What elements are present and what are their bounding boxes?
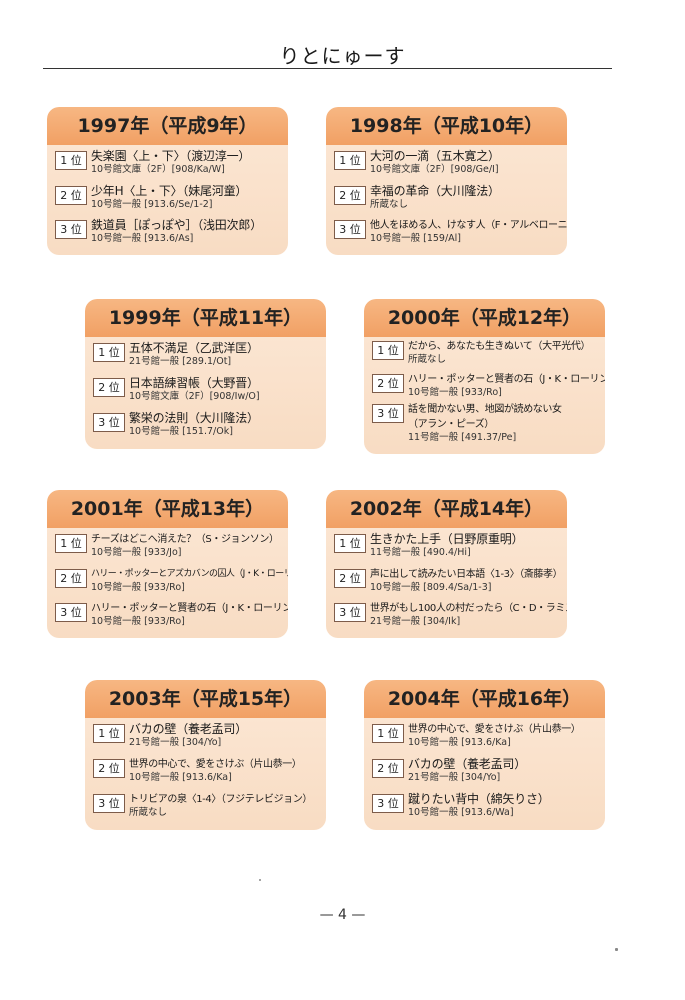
rank-badge: 1 位 (55, 534, 87, 553)
book-title: 幸福の革命（大川隆法） (370, 184, 500, 198)
scan-speck (259, 879, 261, 881)
call-number: 10号館文庫（2F）[908/Ka/W] (91, 164, 225, 175)
book-title-continued: （アラン・ピーズ） (408, 419, 494, 430)
card-year-heading: 1997年（平成9年） (47, 107, 288, 145)
ranking-card-2001: 2001年（平成13年） 1 位 チーズはどこへ消えた？（S・ジョンソン） 10… (47, 490, 288, 638)
call-number: 10号館一般 [809.4/Sa/1-3] (370, 582, 492, 593)
book-title: 日本語練習帳（大野晋） (129, 376, 259, 390)
rank-badge: 1 位 (93, 724, 125, 743)
card-year-heading: 2002年（平成14年） (326, 490, 567, 528)
call-number: 10号館一般 [913.6/Ka] (408, 737, 511, 748)
book-title: 繁栄の法則（大川隆法） (129, 411, 259, 425)
call-number: 10号館文庫（2F）[908/Ge/I] (370, 164, 499, 175)
call-number: 10号館一般 [933/Ro] (91, 616, 185, 627)
book-title: 五体不満足（乙武洋匡） (129, 341, 259, 355)
call-number: 10号館一般 [159/Al] (370, 233, 461, 244)
card-year-heading: 1999年（平成11年） (85, 299, 326, 337)
book-title: 話を聞かない男、地図が読めない女 (408, 404, 562, 415)
rank-badge: 1 位 (334, 534, 366, 553)
book-title: 生きかた上手（日野原重明） (370, 532, 524, 546)
rank-badge: 2 位 (55, 186, 87, 205)
page-title: りとにゅーす (279, 44, 406, 68)
call-number: 11号館一般 [491.37/Pe] (408, 432, 517, 443)
rank-badge: 3 位 (93, 413, 125, 432)
rank-badge: 2 位 (55, 569, 87, 588)
book-title: 大河の一滴（五木寛之） (370, 149, 500, 163)
header-divider (43, 68, 612, 69)
book-title: 鉄道員［ぽっぽや］（浅田次郎） (91, 218, 263, 232)
book-title: 世界の中心で、愛をさけぶ（片山恭一） (129, 759, 302, 770)
rank-badge: 3 位 (334, 220, 366, 239)
card-year-heading: 2000年（平成12年） (364, 299, 605, 337)
rank-badge: 1 位 (372, 724, 404, 743)
rank-badge: 2 位 (334, 186, 366, 205)
call-number: 10号館一般 [913.6/Wa] (408, 807, 514, 818)
rank-badge: 2 位 (372, 374, 404, 393)
call-number: 10号館一般 [913.6/Ka] (129, 772, 232, 783)
rank-badge: 2 位 (93, 759, 125, 778)
ranking-card-2004: 2004年（平成16年） 1 位 世界の中心で、愛をさけぶ（片山恭一） 10号館… (364, 680, 605, 830)
page-number: — 4 — (319, 907, 366, 923)
card-year-heading: 1998年（平成10年） (326, 107, 567, 145)
call-number: 10号館一般 [151.7/Ok] (129, 426, 233, 437)
call-number: 21号館一般 [304/Yo] (129, 737, 222, 748)
book-title: チーズはどこへ消えた？（S・ジョンソン） (91, 534, 279, 545)
card-year-heading: 2001年（平成13年） (47, 490, 288, 528)
book-title: 少年H〈上・下〉（妹尾河童） (91, 184, 248, 198)
card-year-heading: 2004年（平成16年） (364, 680, 605, 718)
call-number: 21号館一般 [304/Ik] (370, 616, 461, 627)
call-number: 11号館一般 [490.4/Hi] (370, 547, 471, 558)
book-title: 他人をほめる人、けなす人（F・アルベローニ） (370, 220, 567, 231)
rank-badge: 2 位 (334, 569, 366, 588)
ranking-card-2000: 2000年（平成12年） 1 位 だから、あなたも生きぬいて（大平光代） 所蔵な… (364, 299, 605, 454)
rank-badge: 1 位 (93, 343, 125, 362)
book-title: ハリー・ポッターとアズカバンの囚人（J・K・ローリング） (91, 569, 288, 579)
rank-badge: 3 位 (372, 404, 404, 423)
book-title: 失楽園〈上・下〉（渡辺淳一） (91, 149, 251, 163)
rank-badge: 3 位 (372, 794, 404, 813)
call-number: 10号館一般 [913.6/As] (91, 233, 194, 244)
book-title: バカの壁（養老孟司） (408, 757, 527, 771)
call-number: 所蔵なし (408, 354, 447, 365)
rank-badge: 3 位 (55, 603, 87, 622)
book-title: 世界がもし100人の村だったら（C・D・ラミス） (370, 603, 567, 614)
rank-badge: 3 位 (334, 603, 366, 622)
rank-badge: 3 位 (55, 220, 87, 239)
card-year-heading: 2003年（平成15年） (85, 680, 326, 718)
rank-badge: 1 位 (372, 341, 404, 360)
call-number: 21号館一般 [304/Yo] (408, 772, 501, 783)
ranking-card-2003: 2003年（平成15年） 1 位 バカの壁（養老孟司） 21号館一般 [304/… (85, 680, 326, 830)
rank-badge: 2 位 (93, 378, 125, 397)
ranking-card-1998: 1998年（平成10年） 1 位 大河の一滴（五木寛之） 10号館文庫（2F）[… (326, 107, 567, 255)
rank-badge: 1 位 (55, 151, 87, 170)
ranking-card-1999: 1999年（平成11年） 1 位 五体不満足（乙武洋匡） 21号館一般 [289… (85, 299, 326, 449)
scan-speck (615, 948, 618, 951)
rank-badge: 1 位 (334, 151, 366, 170)
call-number: 10号館一般 [933/Ro] (408, 387, 502, 398)
book-title: バカの壁（養老孟司） (129, 722, 248, 736)
book-title: ハリー・ポッターと賢者の石（J・K・ローリング） (408, 374, 605, 385)
call-number: 所蔵なし (129, 807, 168, 818)
book-title: トリビアの泉〈1-4〉（フジテレビジョン） (129, 794, 312, 805)
call-number: 21号館一般 [289.1/Ot] (129, 356, 232, 367)
call-number: 10号館文庫（2F）[908/Iw/O] (129, 391, 260, 402)
rank-badge: 3 位 (93, 794, 125, 813)
ranking-card-1997: 1997年（平成9年） 1 位 失楽園〈上・下〉（渡辺淳一） 10号館文庫（2F… (47, 107, 288, 255)
call-number: 10号館一般 [933/Ro] (91, 582, 185, 593)
call-number: 所蔵なし (370, 199, 409, 210)
ranking-card-2002: 2002年（平成14年） 1 位 生きかた上手（日野原重明） 11号館一般 [4… (326, 490, 567, 638)
book-title: 世界の中心で、愛をさけぶ（片山恭一） (408, 724, 581, 735)
call-number: 10号館一般 [913.6/Se/1-2] (91, 199, 213, 210)
book-title: 声に出して読みたい日本語〈1-3〉（斎藤孝） (370, 569, 563, 580)
book-title: 蹴りたい背中（綿矢りさ） (408, 792, 550, 806)
book-title: だから、あなたも生きぬいて（大平光代） (408, 341, 591, 352)
book-title: ハリー・ポッターと賢者の石（J・K・ローリング） (91, 603, 288, 614)
call-number: 10号館一般 [933/Jo] (91, 547, 182, 558)
rank-badge: 2 位 (372, 759, 404, 778)
